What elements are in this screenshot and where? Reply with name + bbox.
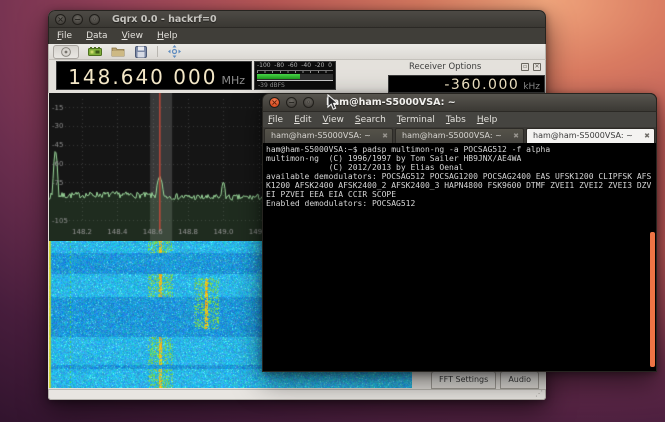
terminal-line: K1200 AFSK2400 AFSK2400_2 AFSK2400_3 HAP… (263, 181, 656, 190)
move-crosshair-icon (168, 45, 181, 58)
terminal-window-title: ham@ham-S5000VSA: ~ (326, 97, 456, 108)
gqrx-frequency-row: 148.640 000 MHz -100 -80 -60 -40 -20 0 -… (48, 60, 546, 93)
terminal-tab-1[interactable]: ham@ham-S5000VSA: ~ ✖ (264, 128, 393, 143)
gqrx-dock-tabs: FFT Settings Audio (431, 371, 539, 389)
frequency-display[interactable]: 148.640 000 MHz (56, 61, 252, 90)
open-settings-button[interactable] (111, 46, 125, 58)
gqrx-titlebar[interactable]: × − ◦ Gqrx 0.0 - hackrf=0 (48, 10, 546, 28)
terminal-line: multimon-ng (C) 1996/1997 by Tom Sailer … (263, 154, 656, 163)
terminal-tabbar: ham@ham-S5000VSA: ~ ✖ ham@ham-S5000VSA: … (262, 127, 657, 143)
menu-edit[interactable]: Edit (294, 113, 311, 127)
meter-readout: -39 dBFS (255, 81, 335, 89)
terminal-line: Enabled demodulators: POCSAG512 (263, 199, 656, 208)
menu-terminal[interactable]: Terminal (397, 113, 435, 127)
offset-unit: kHz (523, 82, 540, 92)
menu-help[interactable]: Help (477, 113, 498, 127)
retune-button[interactable] (167, 46, 181, 58)
terminal-tab-3-active[interactable]: ham@ham-S5000VSA: ~ ✖ (526, 128, 655, 143)
menu-help[interactable]: Help (157, 29, 178, 43)
resize-grip[interactable]: ⋰ (535, 389, 543, 399)
tab-fft-settings[interactable]: FFT Settings (431, 371, 496, 389)
meter-level-bar (257, 74, 300, 79)
receiver-options-dock-header: Receiver Options ▫ ✕ (349, 60, 545, 74)
tab-close-icon[interactable]: ✖ (513, 129, 519, 143)
tab-label: ham@ham-S5000VSA: ~ (402, 131, 502, 140)
save-settings-button[interactable] (134, 46, 148, 58)
minimize-icon[interactable]: − (72, 14, 83, 25)
frequency-value[interactable]: 148.640 000 (68, 65, 217, 89)
terminal-line: available demodulators: POCSAG512 POCSAG… (263, 172, 656, 181)
meter-track (257, 74, 333, 81)
meter-tick: -40 (301, 63, 311, 69)
menu-tabs[interactable]: Tabs (446, 113, 466, 127)
terminal-menubar: File Edit View Search Terminal Tabs Help (262, 112, 657, 127)
terminal-tab-2[interactable]: ham@ham-S5000VSA: ~ ✖ (395, 128, 524, 143)
tab-audio[interactable]: Audio (500, 371, 539, 389)
floppy-save-icon (135, 46, 147, 58)
circuit-board-icon (88, 47, 102, 57)
maximize-icon[interactable]: ◦ (303, 97, 314, 108)
meter-tick: 0 (328, 63, 332, 69)
power-icon (60, 46, 72, 58)
terminal-line: ham@ham-S5000VSA:~$ padsp multimon-ng -a… (263, 143, 656, 154)
minimize-icon[interactable]: − (286, 97, 297, 108)
gqrx-statusbar: ⋰ (48, 389, 546, 400)
terminal-output[interactable]: ham@ham-S5000VSA:~$ padsp multimon-ng -a… (262, 143, 657, 372)
meter-tick: -80 (274, 63, 284, 69)
terminal-titlebar[interactable]: × − ◦ ham@ham-S5000VSA: ~ (262, 93, 657, 112)
dock-close-icon[interactable]: ✕ (533, 63, 541, 71)
offset-value[interactable]: -360.000 (444, 77, 519, 93)
tab-close-icon[interactable]: ✖ (644, 129, 650, 143)
filter-offset-display[interactable]: -360.000 kHz (388, 75, 545, 93)
close-icon[interactable]: × (55, 14, 66, 25)
desktop-background: × − ◦ Gqrx 0.0 - hackrf=0 File Data View… (0, 0, 665, 422)
terminal-line: EI PZVEI EEA EIA CCIR SCOPE (263, 190, 656, 199)
receiver-options-title: Receiver Options (409, 62, 481, 72)
start-dsp-button[interactable] (53, 45, 79, 59)
terminal-scrollbar[interactable] (650, 232, 655, 367)
gqrx-window-title: Gqrx 0.0 - hackrf=0 (112, 14, 217, 25)
meter-tick: -20 (315, 63, 325, 69)
terminal-window: × − ◦ ham@ham-S5000VSA: ~ File Edit View… (262, 93, 657, 372)
maximize-icon[interactable]: ◦ (89, 14, 100, 25)
mouse-cursor (327, 94, 339, 111)
signal-strength-meter: -100 -80 -60 -40 -20 0 -39 dBFS (254, 61, 336, 90)
toolbar-separator (157, 46, 158, 57)
tab-close-icon[interactable]: ✖ (382, 129, 388, 143)
close-icon[interactable]: × (269, 97, 280, 108)
menu-file[interactable]: File (268, 113, 283, 127)
menu-search[interactable]: Search (355, 113, 386, 127)
terminal-line: (C) 2012/2013 by Elias Oenal (263, 163, 656, 172)
folder-icon (111, 46, 125, 57)
menu-view[interactable]: View (323, 113, 344, 127)
menu-view[interactable]: View (122, 29, 143, 43)
gqrx-toolbar (48, 44, 546, 60)
io-devices-button[interactable] (88, 46, 102, 58)
menu-data[interactable]: Data (86, 29, 108, 43)
frequency-unit: MHz (221, 74, 245, 87)
meter-ruler (257, 70, 333, 73)
meter-scale: -100 -80 -60 -40 -20 0 (255, 62, 335, 69)
meter-tick: -100 (257, 63, 271, 69)
tab-label: ham@ham-S5000VSA: ~ (271, 131, 371, 140)
gqrx-menubar: File Data View Help (48, 28, 546, 44)
dock-float-icon[interactable]: ▫ (521, 63, 529, 71)
menu-file[interactable]: File (57, 29, 72, 43)
tab-label: ham@ham-S5000VSA: ~ (533, 131, 633, 140)
meter-tick: -60 (288, 63, 298, 69)
